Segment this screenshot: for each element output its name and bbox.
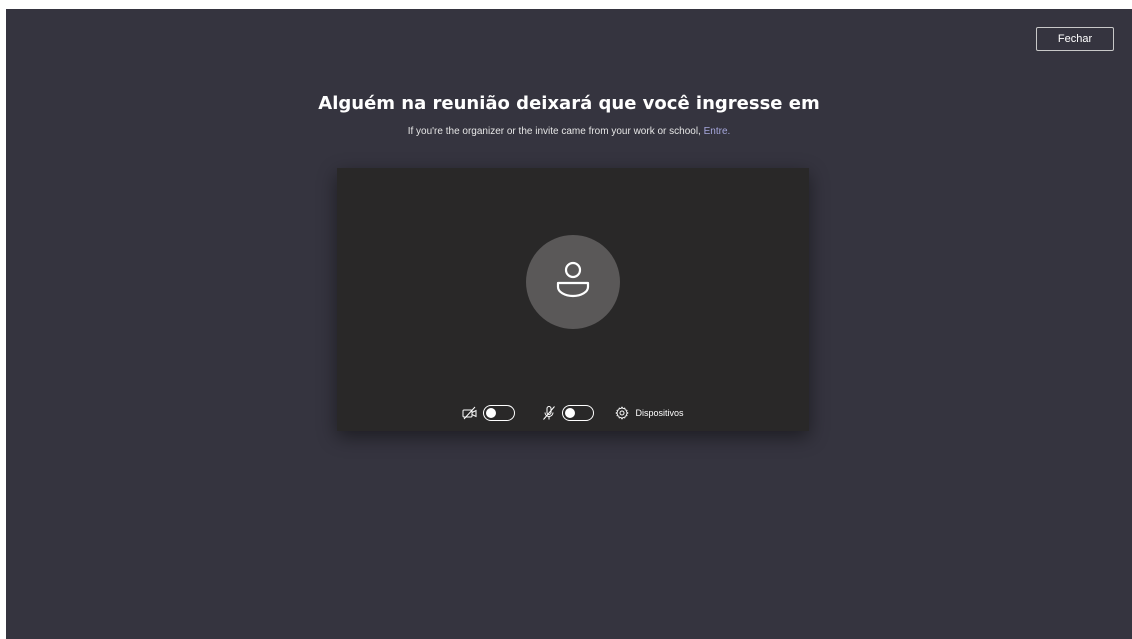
camera-toggle-knob xyxy=(486,408,497,418)
person-icon xyxy=(555,260,591,305)
camera-control xyxy=(462,405,516,421)
camera-toggle[interactable] xyxy=(483,405,516,421)
mic-off-icon xyxy=(541,405,557,421)
mic-toggle-knob xyxy=(565,408,576,418)
devices-label: Dispositivos xyxy=(635,408,684,418)
camera-off-icon xyxy=(462,405,478,421)
subtitle: If you're the organizer or the invite ca… xyxy=(6,126,1132,137)
avatar xyxy=(526,235,620,329)
devices-button[interactable]: Dispositivos xyxy=(614,405,684,421)
mic-control xyxy=(541,405,595,421)
subtitle-text: If you're the organizer or the invite ca… xyxy=(407,126,701,137)
video-preview: Dispositivos xyxy=(337,168,809,431)
close-button[interactable]: Fechar xyxy=(1036,27,1114,51)
meeting-lobby: Fechar Alguém na reunião deixará que voc… xyxy=(6,9,1132,639)
page-title: Alguém na reunião deixará que você ingre… xyxy=(318,93,820,114)
sign-in-link[interactable]: Entre. xyxy=(704,126,731,137)
gear-icon xyxy=(614,405,630,421)
mic-toggle[interactable] xyxy=(562,405,595,421)
device-controls: Dispositivos xyxy=(337,403,809,423)
